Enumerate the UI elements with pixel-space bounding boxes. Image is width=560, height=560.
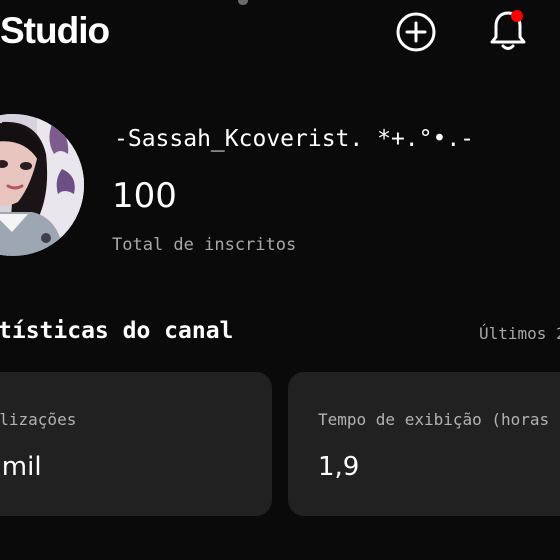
channel-name: -Sassah_Kcoverist. *+.°•.- (114, 126, 475, 152)
status-indicator (238, 0, 248, 5)
period-selector[interactable]: Últimos 2 (479, 324, 560, 343)
avatar-image (0, 114, 84, 256)
notifications-button[interactable] (484, 6, 532, 54)
create-button[interactable] (392, 8, 440, 56)
views-value: 2 mil (0, 452, 42, 482)
subscriber-count: 100 (112, 176, 177, 216)
channel-stats-title: tísticas do canal (0, 318, 234, 344)
bell-icon (490, 11, 526, 50)
studio-dashboard: Studio -Sassah_Kcoverist. *+.°•.- 100 To… (0, 0, 560, 560)
watch-time-value: 1,9 (318, 452, 360, 482)
channel-avatar[interactable] (0, 114, 84, 256)
watch-time-card[interactable]: Tempo de exibição (horas 1,9 (288, 372, 560, 516)
views-card[interactable]: nalizações 2 mil (0, 372, 272, 516)
notification-dot (511, 10, 523, 22)
app-title: Studio (0, 10, 110, 51)
plus-circle-icon (396, 12, 436, 52)
views-label: nalizações (0, 410, 77, 429)
watch-time-label: Tempo de exibição (horas (318, 410, 550, 429)
subscriber-label: Total de inscritos (112, 235, 297, 255)
